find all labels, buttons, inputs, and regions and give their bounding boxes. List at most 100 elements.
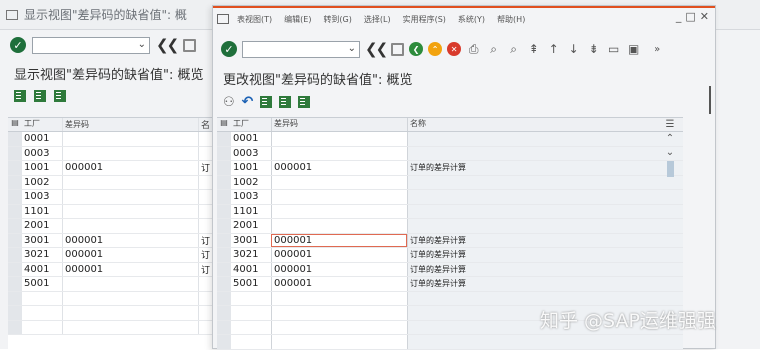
cell-code-input[interactable]: 000001 — [271, 262, 407, 276]
cell-code-input[interactable] — [271, 190, 407, 204]
cell-code-input[interactable]: 000001 — [271, 277, 407, 291]
deselect-all-icon[interactable] — [298, 96, 311, 108]
row-selector[interactable] — [8, 161, 22, 175]
chevron-down-icon[interactable]: ⌄ — [138, 39, 146, 50]
row-selector[interactable] — [8, 146, 22, 160]
find-next-icon[interactable]: ⌕ — [506, 42, 521, 56]
cancel-button[interactable]: ✕ — [447, 42, 462, 56]
save-icon[interactable] — [183, 38, 197, 52]
row-selector[interactable] — [217, 175, 231, 189]
table-row[interactable]: 1003 — [217, 190, 683, 205]
row-selector[interactable] — [217, 277, 231, 291]
table-row[interactable] — [217, 291, 683, 306]
find-icon[interactable]: ⌕ — [486, 42, 501, 56]
cell-code-input[interactable]: 000001 — [271, 161, 407, 175]
create-session-icon[interactable]: ▭ — [606, 42, 621, 56]
menu-item-selection[interactable]: 选择(L) — [364, 14, 391, 25]
menu-item-table-view[interactable]: 表视图(T) — [237, 14, 272, 25]
table-row[interactable]: 1002 — [8, 175, 212, 190]
table-row[interactable]: 3021 000001 订 — [8, 248, 212, 263]
row-selector[interactable] — [8, 277, 22, 291]
column-header-plant[interactable]: 工厂 — [231, 118, 271, 131]
table-row[interactable]: 1001 000001 订单的差异计算 — [217, 161, 683, 176]
row-selector[interactable] — [8, 219, 22, 233]
back-button[interactable]: ❮ — [409, 42, 424, 56]
exit-button[interactable]: ⌃ — [428, 42, 443, 56]
display-change-icon[interactable]: ⚇ — [223, 95, 235, 110]
table-row[interactable]: 2001 — [8, 219, 212, 234]
ok-check-icon[interactable]: ✓ — [221, 41, 237, 57]
column-header-code[interactable]: 差异码 — [271, 118, 407, 131]
table-row[interactable] — [8, 306, 212, 321]
row-selector[interactable] — [8, 204, 22, 218]
table-row[interactable]: 3001 000001 订 — [8, 233, 212, 248]
table-row[interactable]: 0001 — [217, 132, 683, 147]
row-selector[interactable] — [8, 306, 22, 320]
menu-item-edit[interactable]: 编辑(E) — [284, 14, 311, 25]
select-all-icon[interactable] — [14, 90, 26, 102]
select-block-icon[interactable] — [34, 90, 46, 102]
layout-menu-icon[interactable]: ▣ — [626, 42, 641, 56]
row-selector[interactable] — [8, 262, 22, 276]
cell-code-input[interactable] — [271, 175, 407, 189]
row-selector[interactable] — [217, 335, 231, 349]
table-row[interactable]: 0003 — [217, 146, 683, 161]
row-selector[interactable] — [217, 291, 231, 305]
row-selector[interactable] — [217, 161, 231, 175]
column-header-name[interactable]: 名称 — [407, 118, 683, 131]
row-selector[interactable] — [8, 233, 22, 247]
table-row[interactable]: 2001 — [217, 219, 683, 234]
row-selector[interactable] — [217, 204, 231, 218]
maximize-button[interactable]: □ — [685, 10, 695, 23]
cell-code-input[interactable] — [271, 132, 407, 146]
scroll-thumb[interactable] — [666, 161, 674, 177]
cell-code-input[interactable] — [271, 146, 407, 160]
next-page-icon[interactable]: ↓ — [566, 42, 581, 56]
table-row[interactable]: 0003 — [8, 146, 212, 161]
table-row[interactable]: 4001 000001 订单的差异计算 — [217, 262, 683, 277]
command-field[interactable]: ⌄ — [32, 36, 150, 54]
table-settings-icon[interactable]: ▤ — [8, 118, 22, 131]
chevron-down-icon[interactable]: ⌄ — [348, 43, 356, 54]
row-selector[interactable] — [217, 306, 231, 320]
row-selector[interactable] — [217, 320, 231, 334]
table-row[interactable] — [8, 320, 212, 335]
save-icon[interactable] — [391, 42, 405, 56]
table-row[interactable]: 3021 000001 订单的差异计算 — [217, 248, 683, 263]
table-row[interactable]: 4001 000001 订 — [8, 262, 212, 277]
cell-code-input[interactable] — [271, 219, 407, 233]
scroll-down-icon[interactable]: ⌄ — [666, 147, 674, 158]
window-menu-icon[interactable] — [217, 14, 229, 24]
print-icon[interactable]: ⎙ — [466, 42, 481, 56]
cell-code-input[interactable]: 000001 — [271, 248, 407, 262]
first-page-icon[interactable]: ⇞ — [526, 42, 541, 56]
row-selector[interactable] — [217, 190, 231, 204]
table-row[interactable]: 5001 — [8, 277, 212, 292]
undo-icon[interactable]: ↶ — [242, 94, 254, 110]
table-row[interactable]: 1003 — [8, 190, 212, 205]
table-row[interactable]: 1101 — [8, 204, 212, 219]
cell-code-input[interactable] — [271, 291, 407, 305]
last-page-icon[interactable]: ⇟ — [586, 42, 601, 56]
row-selector[interactable] — [217, 132, 231, 146]
more-chevron-icon[interactable]: » — [654, 44, 660, 55]
table-scrollbar[interactable]: ☰ ⌃ ⌄ — [659, 117, 681, 177]
table-row[interactable]: 1101 — [217, 204, 683, 219]
row-selector[interactable] — [217, 262, 231, 276]
previous-page-icon[interactable]: ↑ — [546, 42, 561, 56]
column-list-icon[interactable]: ☰ — [666, 119, 675, 130]
menu-item-system[interactable]: 系统(Y) — [458, 14, 485, 25]
scroll-up-icon[interactable]: ⌃ — [666, 133, 674, 144]
table-row[interactable]: 0001 — [8, 132, 212, 147]
menu-item-utilities[interactable]: 实用程序(S) — [403, 14, 446, 25]
row-selector[interactable] — [217, 233, 231, 247]
double-chevron-left-icon[interactable]: ❮❮ — [365, 40, 388, 58]
table-row[interactable]: 1001 000001 订 — [8, 161, 212, 176]
row-selector[interactable] — [217, 248, 231, 262]
table-row[interactable]: 5001 000001 订单的差异计算 — [217, 277, 683, 292]
menu-item-goto[interactable]: 转到(G) — [323, 14, 351, 25]
cell-code-input[interactable] — [271, 306, 407, 320]
cell-code-input[interactable]: 000001 — [271, 233, 407, 247]
select-block-icon[interactable] — [279, 96, 292, 108]
minimize-button[interactable]: _ — [676, 10, 682, 23]
